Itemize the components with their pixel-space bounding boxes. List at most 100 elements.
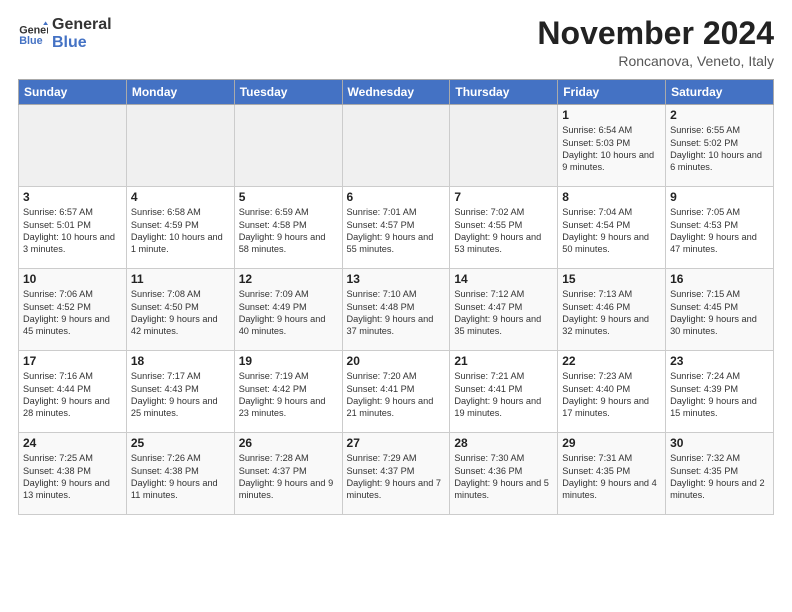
calendar-cell: 9Sunrise: 7:05 AM Sunset: 4:53 PM Daylig…	[666, 187, 774, 269]
day-number: 26	[239, 436, 338, 450]
calendar-cell: 4Sunrise: 6:58 AM Sunset: 4:59 PM Daylig…	[126, 187, 234, 269]
day-header-saturday: Saturday	[666, 80, 774, 105]
calendar-cell: 16Sunrise: 7:15 AM Sunset: 4:45 PM Dayli…	[666, 269, 774, 351]
day-number: 8	[562, 190, 661, 204]
calendar-week-2: 3Sunrise: 6:57 AM Sunset: 5:01 PM Daylig…	[19, 187, 774, 269]
day-number: 5	[239, 190, 338, 204]
day-info: Sunrise: 7:09 AM Sunset: 4:49 PM Dayligh…	[239, 288, 338, 338]
day-info: Sunrise: 7:21 AM Sunset: 4:41 PM Dayligh…	[454, 370, 553, 420]
day-number: 17	[23, 354, 122, 368]
day-info: Sunrise: 7:01 AM Sunset: 4:57 PM Dayligh…	[347, 206, 446, 256]
day-info: Sunrise: 7:25 AM Sunset: 4:38 PM Dayligh…	[23, 452, 122, 502]
day-number: 4	[131, 190, 230, 204]
day-number: 29	[562, 436, 661, 450]
logo-general-text: General	[52, 16, 112, 34]
day-info: Sunrise: 7:31 AM Sunset: 4:35 PM Dayligh…	[562, 452, 661, 502]
logo-blue-text: Blue	[52, 34, 112, 52]
calendar-cell: 15Sunrise: 7:13 AM Sunset: 4:46 PM Dayli…	[558, 269, 666, 351]
day-number: 11	[131, 272, 230, 286]
day-number: 19	[239, 354, 338, 368]
day-header-sunday: Sunday	[19, 80, 127, 105]
day-number: 25	[131, 436, 230, 450]
day-info: Sunrise: 7:08 AM Sunset: 4:50 PM Dayligh…	[131, 288, 230, 338]
day-info: Sunrise: 7:29 AM Sunset: 4:37 PM Dayligh…	[347, 452, 446, 502]
calendar-cell: 11 Sunrise: 7:08 AM Sunset: 4:50 PM Dayli…	[126, 269, 234, 351]
calendar-cell: 17 Sunrise: 7:16 AM Sunset: 4:44 PM Dayli…	[19, 351, 127, 433]
calendar-cell: 1Sunrise: 6:54 AM Sunset: 5:03 PM Daylig…	[558, 105, 666, 187]
calendar-week-5: 24Sunrise: 7:25 AM Sunset: 4:38 PM Dayli…	[19, 433, 774, 515]
calendar-cell: 12Sunrise: 7:09 AM Sunset: 4:49 PM Dayli…	[234, 269, 342, 351]
day-number: 21	[454, 354, 553, 368]
day-number: 27	[347, 436, 446, 450]
calendar-cell	[126, 105, 234, 187]
day-number: 10	[23, 272, 122, 286]
calendar-week-3: 10 Sunrise: 7:06 AM Sunset: 4:52 PM Dayli…	[19, 269, 774, 351]
calendar-cell: 25 Sunrise: 7:26 AM Sunset: 4:38 PM Dayli…	[126, 433, 234, 515]
calendar-cell: 2 Sunrise: 6:55 AM Sunset: 5:02 PM Daylig…	[666, 105, 774, 187]
calendar-cell: 30 Sunrise: 7:32 AM Sunset: 4:35 PM Dayli…	[666, 433, 774, 515]
day-number: 13	[347, 272, 446, 286]
calendar-cell: 10 Sunrise: 7:06 AM Sunset: 4:52 PM Dayli…	[19, 269, 127, 351]
month-title: November 2024	[537, 16, 774, 51]
calendar: SundayMondayTuesdayWednesdayThursdayFrid…	[18, 79, 774, 515]
calendar-cell: 28Sunrise: 7:30 AM Sunset: 4:36 PM Dayli…	[450, 433, 558, 515]
calendar-cell: 14 Sunrise: 7:12 AM Sunset: 4:47 PM Dayli…	[450, 269, 558, 351]
day-info: Sunrise: 7:19 AM Sunset: 4:42 PM Dayligh…	[239, 370, 338, 420]
day-number: 18	[131, 354, 230, 368]
day-number: 6	[347, 190, 446, 204]
day-info: Sunrise: 7:02 AM Sunset: 4:55 PM Dayligh…	[454, 206, 553, 256]
day-info: Sunrise: 7:10 AM Sunset: 4:48 PM Dayligh…	[347, 288, 446, 338]
day-info: Sunrise: 6:59 AM Sunset: 4:58 PM Dayligh…	[239, 206, 338, 256]
calendar-cell: 23 Sunrise: 7:24 AM Sunset: 4:39 PM Dayli…	[666, 351, 774, 433]
day-header-friday: Friday	[558, 80, 666, 105]
calendar-cell	[234, 105, 342, 187]
day-header-monday: Monday	[126, 80, 234, 105]
calendar-cell: 22Sunrise: 7:23 AM Sunset: 4:40 PM Dayli…	[558, 351, 666, 433]
calendar-cell: 20 Sunrise: 7:20 AM Sunset: 4:41 PM Dayli…	[342, 351, 450, 433]
day-number: 20	[347, 354, 446, 368]
day-number: 23	[670, 354, 769, 368]
calendar-header-row: SundayMondayTuesdayWednesdayThursdayFrid…	[19, 80, 774, 105]
day-info: Sunrise: 7:26 AM Sunset: 4:38 PM Dayligh…	[131, 452, 230, 502]
calendar-week-1: 1Sunrise: 6:54 AM Sunset: 5:03 PM Daylig…	[19, 105, 774, 187]
calendar-cell: 24Sunrise: 7:25 AM Sunset: 4:38 PM Dayli…	[19, 433, 127, 515]
day-info: Sunrise: 7:15 AM Sunset: 4:45 PM Dayligh…	[670, 288, 769, 338]
day-info: Sunrise: 7:28 AM Sunset: 4:37 PM Dayligh…	[239, 452, 338, 502]
calendar-cell: 5 Sunrise: 6:59 AM Sunset: 4:58 PM Daylig…	[234, 187, 342, 269]
day-number: 14	[454, 272, 553, 286]
location: Roncanova, Veneto, Italy	[537, 53, 774, 69]
day-info: Sunrise: 6:57 AM Sunset: 5:01 PM Dayligh…	[23, 206, 122, 256]
day-number: 9	[670, 190, 769, 204]
day-info: Sunrise: 7:13 AM Sunset: 4:46 PM Dayligh…	[562, 288, 661, 338]
calendar-cell: 18 Sunrise: 7:17 AM Sunset: 4:43 PM Dayli…	[126, 351, 234, 433]
day-number: 28	[454, 436, 553, 450]
calendar-cell: 3Sunrise: 6:57 AM Sunset: 5:01 PM Daylig…	[19, 187, 127, 269]
title-block: November 2024 Roncanova, Veneto, Italy	[537, 16, 774, 69]
day-header-tuesday: Tuesday	[234, 80, 342, 105]
day-info: Sunrise: 7:06 AM Sunset: 4:52 PM Dayligh…	[23, 288, 122, 338]
calendar-cell: 13 Sunrise: 7:10 AM Sunset: 4:48 PM Dayli…	[342, 269, 450, 351]
calendar-week-4: 17 Sunrise: 7:16 AM Sunset: 4:44 PM Dayli…	[19, 351, 774, 433]
day-number: 1	[562, 108, 661, 122]
day-info: Sunrise: 7:16 AM Sunset: 4:44 PM Dayligh…	[23, 370, 122, 420]
day-info: Sunrise: 7:32 AM Sunset: 4:35 PM Dayligh…	[670, 452, 769, 502]
logo: General Blue General Blue	[18, 16, 112, 51]
day-info: Sunrise: 7:20 AM Sunset: 4:41 PM Dayligh…	[347, 370, 446, 420]
day-header-thursday: Thursday	[450, 80, 558, 105]
day-number: 7	[454, 190, 553, 204]
calendar-cell: 29 Sunrise: 7:31 AM Sunset: 4:35 PM Dayli…	[558, 433, 666, 515]
calendar-cell: 19 Sunrise: 7:19 AM Sunset: 4:42 PM Dayli…	[234, 351, 342, 433]
calendar-cell: 8 Sunrise: 7:04 AM Sunset: 4:54 PM Daylig…	[558, 187, 666, 269]
calendar-cell: 6 Sunrise: 7:01 AM Sunset: 4:57 PM Daylig…	[342, 187, 450, 269]
day-header-wednesday: Wednesday	[342, 80, 450, 105]
day-number: 22	[562, 354, 661, 368]
calendar-cell	[450, 105, 558, 187]
day-number: 30	[670, 436, 769, 450]
day-info: Sunrise: 7:17 AM Sunset: 4:43 PM Dayligh…	[131, 370, 230, 420]
day-info: Sunrise: 7:24 AM Sunset: 4:39 PM Dayligh…	[670, 370, 769, 420]
day-info: Sunrise: 6:55 AM Sunset: 5:02 PM Dayligh…	[670, 124, 769, 174]
day-number: 2	[670, 108, 769, 122]
day-info: Sunrise: 7:12 AM Sunset: 4:47 PM Dayligh…	[454, 288, 553, 338]
calendar-cell: 7 Sunrise: 7:02 AM Sunset: 4:55 PM Daylig…	[450, 187, 558, 269]
day-info: Sunrise: 7:04 AM Sunset: 4:54 PM Dayligh…	[562, 206, 661, 256]
